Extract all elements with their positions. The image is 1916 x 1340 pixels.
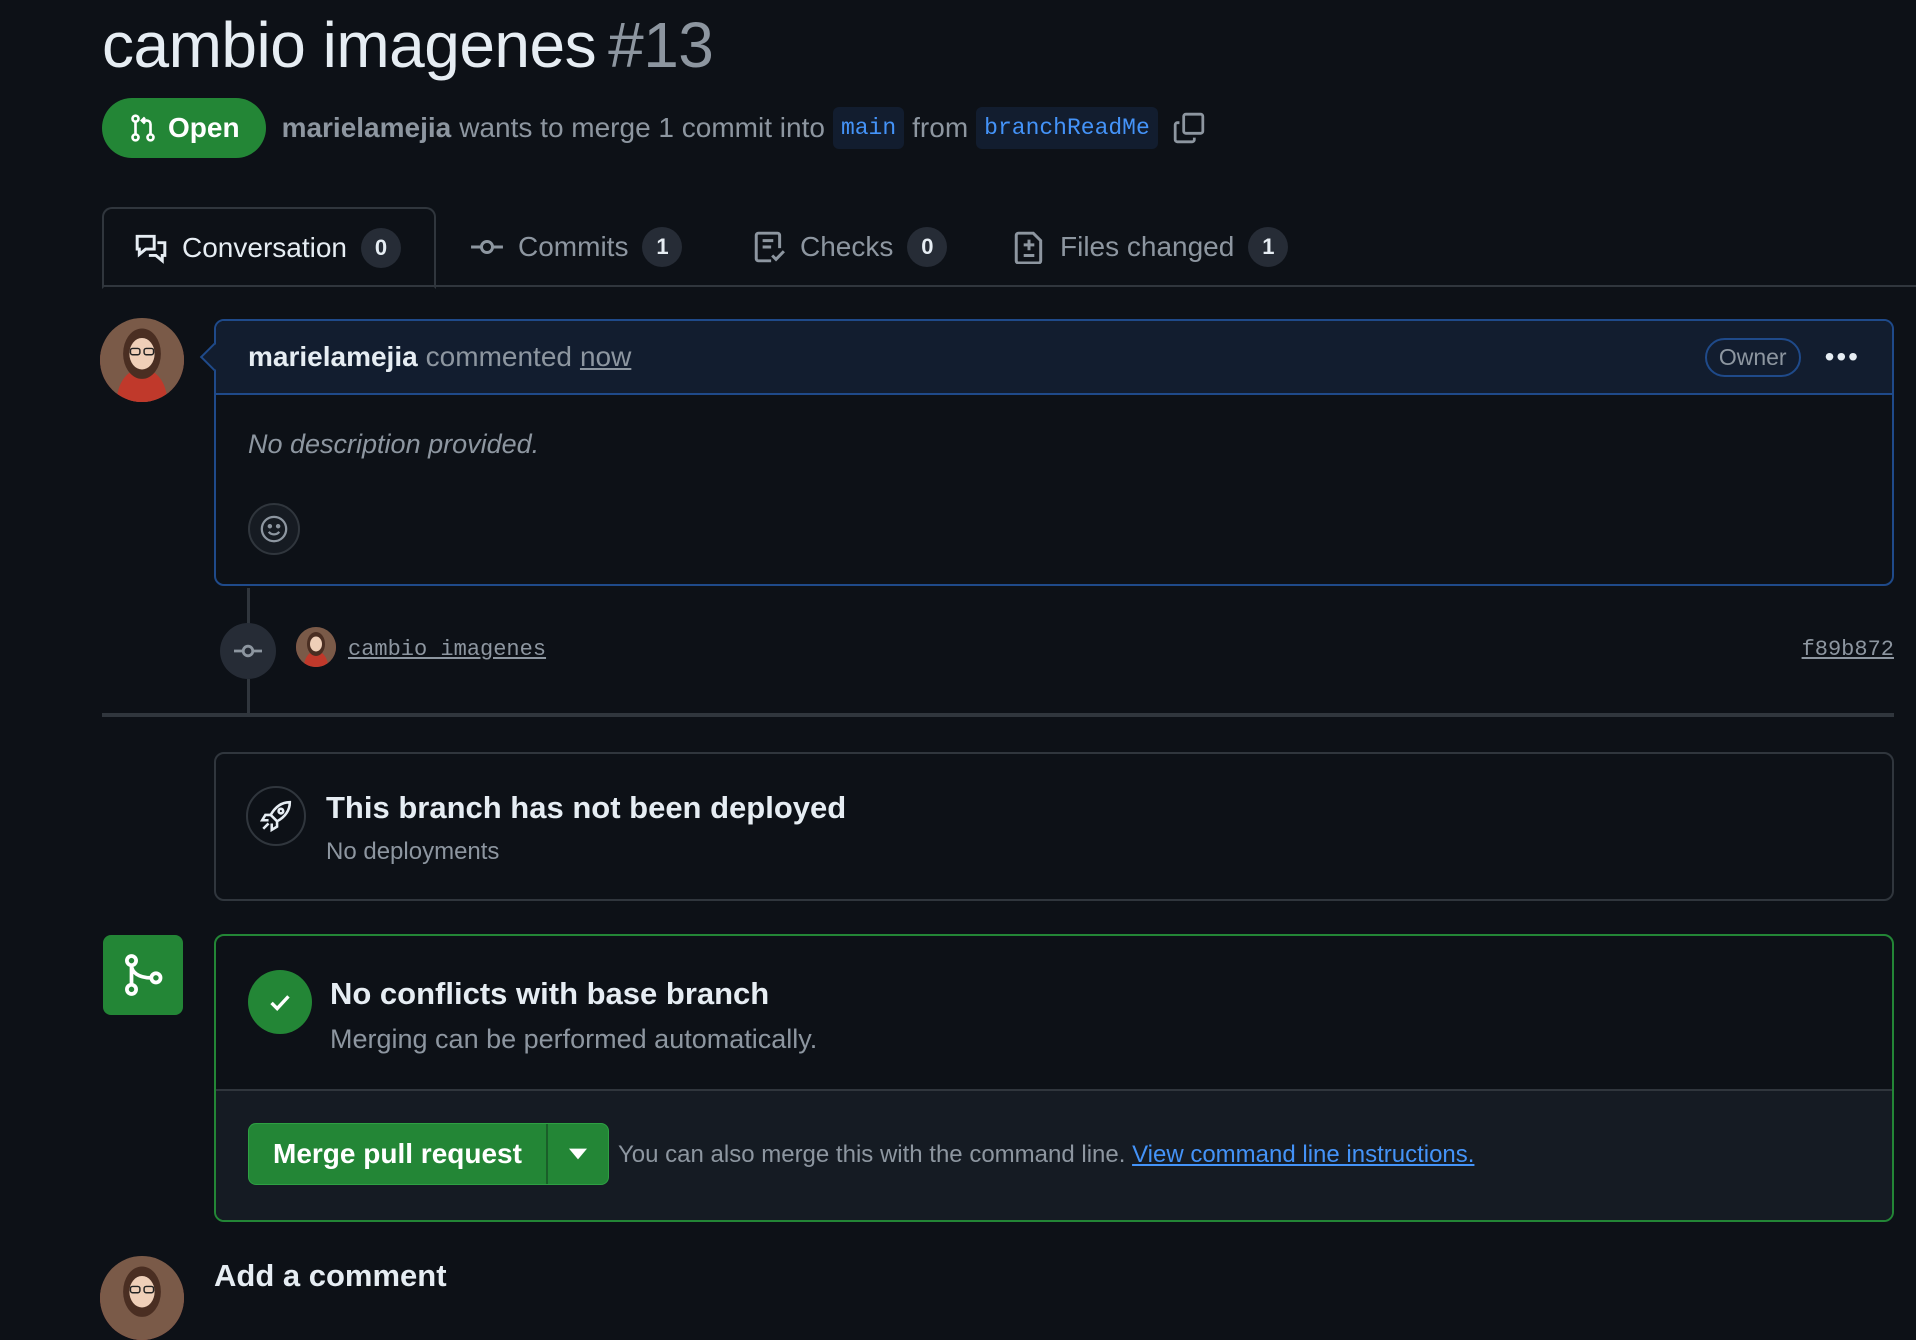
- merge-options-button[interactable]: [548, 1124, 608, 1184]
- timeline-divider: [102, 713, 1894, 717]
- tab-commits-count: 1: [642, 227, 683, 267]
- add-comment-heading: Add a comment: [214, 1258, 447, 1293]
- git-commit-icon: [234, 644, 262, 658]
- kebab-menu-icon[interactable]: •••: [1825, 341, 1860, 373]
- tab-conversation[interactable]: Conversation 0: [102, 207, 436, 289]
- command-line-instructions-link[interactable]: View command line instructions.: [1132, 1141, 1474, 1168]
- merge-status: No conflicts with base branch Merging ca…: [216, 936, 1892, 1091]
- pr-status-row: Open marielamejia wants to merge 1 commi…: [102, 98, 1206, 158]
- deployment-status: This branch has not been deployed No dep…: [214, 752, 1894, 901]
- merge-box: No conflicts with base branch Merging ca…: [214, 934, 1894, 1222]
- copy-icon[interactable]: [1172, 111, 1206, 145]
- tab-conversation-count: 0: [360, 228, 401, 268]
- comment-header: marielamejia commented now Owner •••: [216, 321, 1892, 395]
- merge-actions: Merge pull request You can also merge th…: [216, 1091, 1892, 1220]
- commit-sha-link[interactable]: f89b872: [1802, 637, 1894, 662]
- pr-title: cambio imagenes #13: [102, 8, 714, 82]
- smiley-icon: [260, 515, 288, 543]
- state-badge: Open: [102, 98, 266, 158]
- tab-checks-label: Checks: [800, 231, 894, 262]
- commit-message-link[interactable]: cambio imagenes: [348, 637, 546, 662]
- current-user-avatar[interactable]: [100, 1256, 184, 1340]
- add-reaction-button[interactable]: [248, 503, 300, 555]
- file-diff-icon: [1014, 231, 1043, 264]
- avatar[interactable]: [100, 318, 184, 402]
- pr-title-text: cambio imagenes: [102, 9, 597, 81]
- tab-files-changed-count: 1: [1248, 227, 1289, 267]
- pr-meta: marielamejia wants to merge 1 commit int…: [282, 107, 1158, 149]
- comment-author[interactable]: marielamejia: [248, 341, 418, 373]
- merge-pull-request-button[interactable]: Merge pull request: [249, 1124, 548, 1184]
- rocket-icon: [246, 786, 306, 846]
- merge-status-subtitle: Merging can be performed automatically.: [330, 1024, 818, 1054]
- git-pull-request-icon: [131, 114, 155, 142]
- git-merge-icon: [103, 935, 183, 1015]
- pr-description-comment: marielamejia commented now Owner ••• No …: [199, 319, 1894, 586]
- triangle-down-icon: [568, 1148, 587, 1160]
- tab-conversation-label: Conversation: [182, 232, 347, 263]
- git-commit-icon: [471, 239, 503, 255]
- head-branch[interactable]: branchReadMe: [976, 107, 1158, 149]
- comment-body: No description provided.: [248, 429, 540, 459]
- pr-number: #13: [608, 9, 714, 81]
- checklist-icon: [754, 231, 785, 263]
- commit-node: [220, 623, 276, 679]
- merge-text: wants to merge 1 commit into: [459, 112, 825, 143]
- pr-author-link[interactable]: marielamejia: [282, 112, 452, 144]
- tab-files-changed[interactable]: Files changed 1: [1012, 207, 1289, 287]
- from-text: from: [912, 112, 969, 143]
- command-line-hint: You can also merge this with the command…: [618, 1141, 1474, 1169]
- tab-commits-label: Commits: [518, 231, 629, 262]
- tab-files-changed-label: Files changed: [1060, 231, 1235, 262]
- pull-request-page: cambio imagenes #13 Open marielamejia wan…: [0, 0, 1916, 1340]
- base-branch[interactable]: main: [832, 107, 905, 149]
- owner-badge: Owner: [1704, 337, 1801, 377]
- tab-commits[interactable]: Commits 1: [470, 207, 683, 287]
- comment-action: commented: [425, 341, 572, 372]
- check-icon: [248, 970, 312, 1034]
- timeline-line: [247, 588, 250, 624]
- merge-status-title: No conflicts with base branch: [330, 976, 770, 1011]
- deployment-title: This branch has not been deployed: [326, 790, 847, 825]
- avatar-portrait: [100, 1256, 184, 1340]
- tab-checks-count: 0: [907, 227, 948, 267]
- timeline-line: [247, 679, 250, 713]
- pr-tabs: Conversation 0 Commits 1 Checks 0 Files …: [102, 207, 1916, 289]
- deployment-subtitle: No deployments: [326, 838, 500, 865]
- avatar-portrait: [296, 627, 336, 667]
- comment-discussion-icon: [135, 234, 167, 264]
- state-label: Open: [168, 112, 240, 143]
- merge-button-group: Merge pull request: [248, 1123, 609, 1185]
- comment-timestamp[interactable]: now: [580, 341, 631, 373]
- command-line-hint-text: You can also merge this with the command…: [618, 1141, 1126, 1168]
- tab-checks[interactable]: Checks 0: [752, 207, 948, 287]
- avatar-portrait: [100, 318, 184, 402]
- commit-author-avatar[interactable]: [296, 627, 336, 667]
